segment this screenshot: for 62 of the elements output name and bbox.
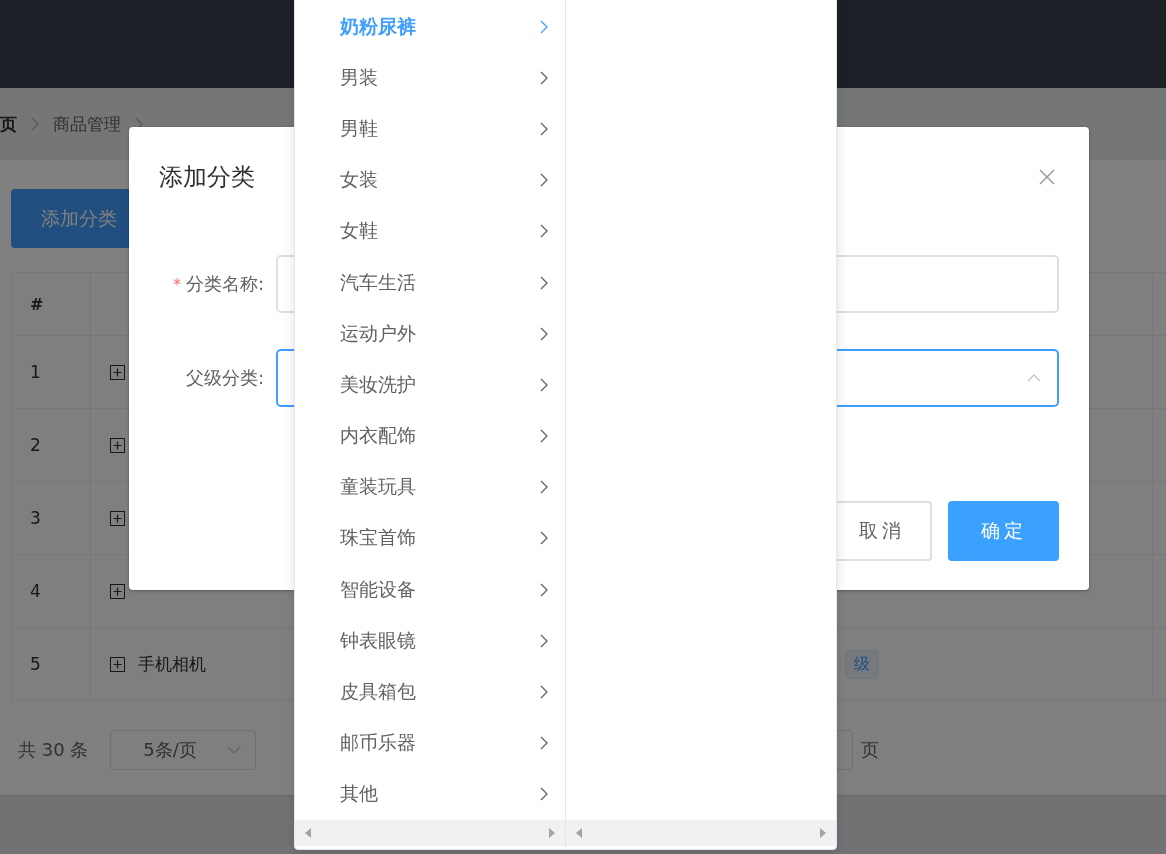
menu-item[interactable]: 钟表眼镜 <box>295 615 565 667</box>
table-cell-text: 3 <box>29 507 42 530</box>
close-icon[interactable] <box>1039 169 1055 185</box>
total-count: 共 30 条 <box>18 738 89 762</box>
table-cell: 手机相机 <box>138 652 206 676</box>
chevron-right-icon <box>538 736 550 751</box>
menu-item[interactable]: 男鞋 <box>295 103 565 155</box>
page-size-select[interactable]: 5条/页 <box>110 730 257 770</box>
right-triangle-icon <box>820 828 826 838</box>
field-label: 分类名称: <box>185 273 264 294</box>
chevron-right-icon <box>538 531 550 546</box>
expand-icon <box>110 510 125 526</box>
menu-item[interactable]: 其他 <box>295 768 565 820</box>
menu-item[interactable]: 女鞋 <box>295 205 565 257</box>
table-cell-text: 4 <box>29 580 42 603</box>
chevron-right-icon <box>538 787 550 802</box>
chevron-down-icon <box>227 744 242 756</box>
menu-item[interactable]: 运动户外 <box>295 308 565 360</box>
chevron-right-icon <box>538 480 550 495</box>
chevron-right-icon <box>538 582 550 597</box>
chevron-right-icon <box>538 685 550 700</box>
menu-item[interactable]: 男装 <box>295 52 565 104</box>
chevron-right-icon <box>538 19 550 34</box>
chevron-right-icon <box>538 70 550 85</box>
table-cell-text: 2 <box>29 434 42 457</box>
expand-icon <box>110 364 125 380</box>
menu-item[interactable]: 邮币乐器 <box>295 717 565 769</box>
chevron-right-icon <box>538 429 550 444</box>
menu-item[interactable]: 汽车生活 <box>295 256 565 309</box>
menu-item[interactable]: 女装 <box>295 154 565 206</box>
chevron-right-icon <box>538 224 550 239</box>
menu-item[interactable]: 童装玩具 <box>295 461 565 513</box>
expand-icon <box>110 583 125 599</box>
scrollbar[interactable] <box>295 820 565 846</box>
chevron-right-icon <box>538 326 550 341</box>
expand-icon <box>110 656 125 672</box>
scrollbar[interactable] <box>566 820 836 846</box>
chevron-right-icon <box>538 121 550 136</box>
menu-item[interactable]: 内衣配饰 <box>295 410 565 462</box>
chevron-right-icon <box>538 275 550 290</box>
table-cell-text: 1 <box>29 361 42 384</box>
expand-icon <box>110 437 125 453</box>
page-suffix: 页 <box>861 738 880 762</box>
chevron-up-icon <box>1027 372 1041 384</box>
menu-item[interactable]: 美妆洗护 <box>295 359 565 411</box>
menu-item[interactable]: 皮具箱包 <box>295 666 565 718</box>
dialog-title: 添加分类 <box>159 162 255 193</box>
required-mark: * <box>172 275 181 294</box>
table-cell-text: 5 <box>29 653 42 676</box>
right-triangle-icon <box>549 828 555 838</box>
field-label: 父级分类: <box>185 367 264 388</box>
chevron-right-icon <box>538 377 550 392</box>
column-header: # <box>29 293 45 316</box>
chevron-right-icon <box>538 173 550 188</box>
chevron-right-icon <box>538 633 550 648</box>
menu-item[interactable]: 珠宝首饰 <box>295 512 565 565</box>
menu-item[interactable]: 智能设备 <box>295 564 565 616</box>
left-triangle-icon <box>305 828 311 838</box>
level-tag: 级 <box>845 649 879 679</box>
chevron-right-icon <box>29 117 41 131</box>
breadcrumb-link[interactable]: 页 <box>0 112 17 136</box>
left-triangle-icon <box>576 828 582 838</box>
